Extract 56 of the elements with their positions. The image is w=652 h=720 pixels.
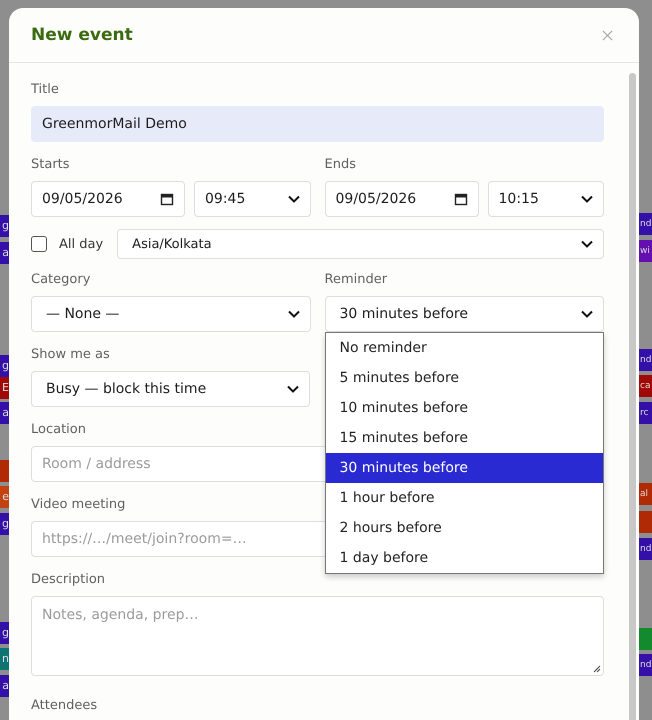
event-chip[interactable]: n (0, 648, 9, 670)
event-chip[interactable]: a (0, 402, 9, 424)
all-day-checkbox[interactable] (31, 236, 47, 252)
event-chip[interactable]: g (0, 513, 9, 535)
event-chip[interactable]: a (0, 242, 9, 264)
event-chip[interactable]: nd (639, 538, 652, 560)
chevron-down-icon (287, 385, 299, 393)
date-field[interactable]: 09/05/2026 (324, 181, 478, 217)
event-chip[interactable]: rc (639, 402, 652, 424)
checkbox-label: All day (59, 236, 104, 252)
field-label: Category (31, 272, 90, 288)
event-chip[interactable]: ca (639, 375, 652, 397)
event-chip[interactable]: e (0, 486, 9, 508)
field-label: Starts (31, 157, 70, 173)
time-select[interactable]: 10:15 (488, 181, 604, 217)
show-as-select[interactable]: Busy — block this time (31, 371, 310, 407)
field-label: Attendees (31, 698, 98, 714)
field-label: Reminder (324, 272, 388, 288)
resize-grip-icon[interactable] (593, 665, 601, 673)
time-select[interactable]: 09:45 (194, 181, 310, 217)
event-chip[interactable]: g (0, 355, 9, 377)
field-label: Description (31, 572, 106, 588)
field-label: Video meeting (31, 497, 126, 513)
dropdown-option[interactable]: 10 minutes before (326, 393, 603, 423)
event-chip[interactable]: nd (639, 349, 652, 371)
category-select[interactable]: — None — (31, 296, 310, 332)
event-chip[interactable]: nd (639, 654, 652, 676)
close-icon[interactable] (602, 30, 613, 40)
chevron-down-icon (288, 195, 300, 203)
event-chip[interactable]: nd (639, 213, 652, 235)
event-chip[interactable]: g (0, 215, 9, 237)
chevron-down-icon (581, 310, 593, 318)
title-input[interactable]: GreenmorMail Demo (31, 106, 604, 142)
field-label: Title (31, 82, 59, 98)
chevron-down-icon (581, 240, 593, 248)
calendar-icon[interactable] (160, 192, 174, 206)
dropdown-option[interactable]: 5 minutes before (326, 363, 603, 393)
dropdown-option[interactable]: No reminder (326, 333, 603, 363)
event-chip[interactable]: wi (639, 240, 652, 262)
dropdown-option[interactable]: 30 minutes before (326, 453, 603, 483)
field-label: Ends (324, 157, 356, 173)
dropdown-option[interactable]: 1 hour before (326, 483, 603, 513)
scrollbar[interactable] (629, 73, 636, 720)
field-label: Show me as (31, 347, 110, 363)
chevron-down-icon (581, 195, 593, 203)
date-field[interactable]: 09/05/2026 (31, 181, 185, 217)
reminder-select[interactable]: 30 minutes before (324, 296, 604, 332)
event-chip[interactable]: a (0, 675, 9, 697)
timezone-select[interactable]: Asia/Kolkata (117, 229, 604, 259)
field-label: Location (31, 422, 86, 438)
event-chip[interactable]: g (0, 622, 9, 644)
event-chip[interactable]: al (639, 483, 652, 505)
calendar-icon[interactable] (454, 192, 468, 206)
event-chip[interactable]: E (0, 377, 9, 399)
chevron-down-icon (288, 310, 300, 318)
dialog-title: New event (31, 25, 133, 45)
